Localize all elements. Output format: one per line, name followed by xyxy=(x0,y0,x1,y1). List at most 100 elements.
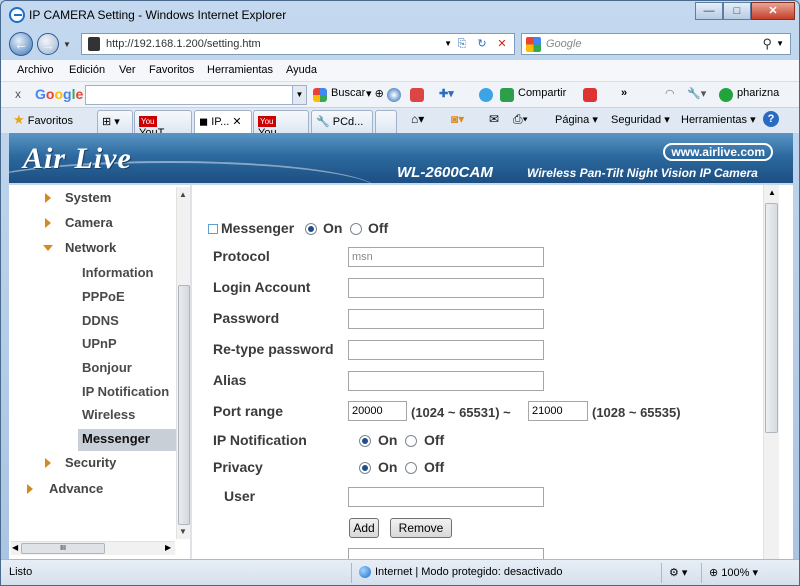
popup-blocker-icon[interactable] xyxy=(583,88,597,102)
tab-pcd[interactable]: 🔧 PCd... xyxy=(311,110,373,133)
user-field[interactable] xyxy=(348,487,544,507)
nav-ip-notification[interactable]: IP Notification xyxy=(82,384,169,399)
expand-arrow-icon[interactable] xyxy=(45,218,51,228)
address-bar[interactable]: http://192.168.1.200/setting.htm ▼ ⎘ ↻ ✕ xyxy=(81,33,515,55)
share-icon[interactable] xyxy=(500,88,514,102)
mail-icon[interactable]: ✉ xyxy=(489,112,499,126)
nav-network[interactable]: Network xyxy=(65,240,116,255)
quick-tabs-icon[interactable]: ⊞ ▾ xyxy=(97,110,133,133)
menu-ayuda[interactable]: Ayuda xyxy=(286,64,317,76)
buscar-dropdown-icon[interactable]: ▾ ⊕ xyxy=(366,87,384,100)
print-icon[interactable]: ⎙▾ xyxy=(513,112,528,127)
close-button[interactable]: ✕ xyxy=(751,2,795,20)
protected-mode-icon[interactable]: ⚙ ▾ xyxy=(669,566,687,579)
new-tab-button[interactable] xyxy=(375,110,397,133)
main-scroll-thumb[interactable] xyxy=(765,203,778,433)
main-vertical-scrollbar[interactable]: ▲ xyxy=(763,185,779,559)
user-name[interactable]: pharizna xyxy=(737,87,779,99)
messenger-on-radio[interactable] xyxy=(305,223,317,235)
collapse-arrow-icon[interactable] xyxy=(43,245,53,251)
alias-field[interactable] xyxy=(348,371,544,391)
minimize-button[interactable]: — xyxy=(695,2,723,20)
port-from-field[interactable]: 20000 xyxy=(348,401,407,421)
zoom-level[interactable]: ⊕ 100% ▾ xyxy=(709,566,758,579)
search-icon[interactable]: ⚲ xyxy=(762,36,772,52)
expand-arrow-icon[interactable] xyxy=(45,458,51,468)
tab-ip-camera[interactable]: ◼ IP... ✕ xyxy=(194,110,252,133)
maximize-button[interactable]: □ xyxy=(723,2,751,20)
search-dropdown-icon[interactable]: ▼ xyxy=(776,39,784,48)
expand-arrow-icon[interactable] xyxy=(45,193,51,203)
nav-messenger[interactable]: Messenger xyxy=(82,431,150,446)
forward-button[interactable]: → xyxy=(37,33,59,55)
twitter-icon[interactable] xyxy=(479,88,493,102)
pagina-menu[interactable]: Página ▾ xyxy=(555,113,598,126)
menu-ver[interactable]: Ver xyxy=(119,64,136,76)
url-text[interactable]: http://192.168.1.200/setting.htm xyxy=(106,38,261,50)
search-input[interactable]: Google xyxy=(546,38,581,50)
nav-wireless[interactable]: Wireless xyxy=(82,407,135,422)
privacy-off-radio[interactable] xyxy=(405,462,417,474)
wrench-icon[interactable]: 🔧▾ xyxy=(687,87,706,100)
menu-edicion[interactable]: Edición xyxy=(69,64,105,76)
scroll-down-icon[interactable]: ▼ xyxy=(179,527,187,536)
nav-camera[interactable]: Camera xyxy=(65,215,113,230)
scroll-right-icon[interactable]: ▶ xyxy=(165,543,171,552)
nav-system[interactable]: System xyxy=(65,190,111,205)
scroll-up-icon[interactable]: ▲ xyxy=(179,190,187,199)
nav-horizontal-scrollbar[interactable]: ◀ III ▶ xyxy=(11,541,175,555)
nav-information[interactable]: Information xyxy=(82,265,154,280)
ip-notification-off-radio[interactable] xyxy=(405,435,417,447)
feeds-icon[interactable]: ◙▾ xyxy=(451,112,464,126)
tab-youtube-2[interactable]: YouYou... xyxy=(253,110,309,139)
search-box[interactable]: Google ⚲ ▼ xyxy=(521,33,791,55)
nav-vertical-scrollbar[interactable]: ▲ ▼ xyxy=(176,187,190,539)
bookmark-icon[interactable] xyxy=(410,88,424,102)
messenger-off-radio[interactable] xyxy=(350,223,362,235)
expand-arrow-icon[interactable] xyxy=(27,484,33,494)
nav-scroll-thumb[interactable] xyxy=(178,285,190,525)
refresh-icon[interactable]: ↻ xyxy=(474,36,490,52)
nav-ddns[interactable]: DDNS xyxy=(82,313,119,328)
tab-youtube-1[interactable]: YouYouT... xyxy=(134,110,192,139)
nav-hscroll-thumb[interactable]: III xyxy=(21,543,105,554)
privacy-on-radio[interactable] xyxy=(359,462,371,474)
retype-password-field[interactable] xyxy=(348,340,544,360)
google-toolbar-input[interactable]: ▼ xyxy=(85,85,307,105)
add-button[interactable]: Add xyxy=(349,518,379,538)
password-field[interactable] xyxy=(348,309,544,329)
compartir-button[interactable]: Compartir xyxy=(518,87,566,99)
stop-icon[interactable]: ✕ xyxy=(494,36,510,52)
news-icon[interactable] xyxy=(387,88,401,102)
seguridad-menu[interactable]: Seguridad ▾ xyxy=(611,113,670,126)
nav-upnp[interactable]: UPnP xyxy=(82,336,117,351)
google-search-icon[interactable] xyxy=(313,88,327,102)
nav-security[interactable]: Security xyxy=(65,455,116,470)
address-dropdown-icon[interactable]: ▼ xyxy=(444,39,452,48)
help-icon[interactable]: ? xyxy=(763,111,779,127)
ip-notification-on-radio[interactable] xyxy=(359,435,371,447)
herramientas-menu[interactable]: Herramientas ▾ xyxy=(681,113,756,126)
scroll-up-icon[interactable]: ▲ xyxy=(768,188,776,197)
security-zone[interactable]: Internet | Modo protegido: desactivado xyxy=(359,566,563,579)
nav-pppoe[interactable]: PPPoE xyxy=(82,289,125,304)
menu-herramientas[interactable]: Herramientas xyxy=(207,64,273,76)
menu-archivo[interactable]: Archivo xyxy=(17,64,54,76)
login-account-field[interactable] xyxy=(348,278,544,298)
favorites-button[interactable]: ★ Favoritos xyxy=(13,112,73,128)
home-icon[interactable]: ⌂▾ xyxy=(411,112,424,126)
scroll-left-icon[interactable]: ◀ xyxy=(12,543,18,552)
nav-bonjour[interactable]: Bonjour xyxy=(82,360,132,375)
back-button[interactable]: ← xyxy=(9,32,33,56)
compatibility-icon[interactable]: ⎘ xyxy=(454,36,470,52)
wifi-icon[interactable]: ◠ xyxy=(665,87,675,100)
protocol-field[interactable]: msn xyxy=(348,247,544,267)
port-to-field[interactable]: 21000 xyxy=(528,401,588,421)
history-dropdown-icon[interactable]: ▼ xyxy=(63,40,71,49)
airlive-url[interactable]: www.airlive.com xyxy=(663,143,773,161)
plus-icon[interactable]: ✚▾ xyxy=(439,87,454,100)
menu-favoritos[interactable]: Favoritos xyxy=(149,64,194,76)
nav-advance[interactable]: Advance xyxy=(49,481,103,496)
chevron-down-icon[interactable]: ▼ xyxy=(292,86,306,104)
close-toolbar-icon[interactable]: x xyxy=(15,87,21,101)
